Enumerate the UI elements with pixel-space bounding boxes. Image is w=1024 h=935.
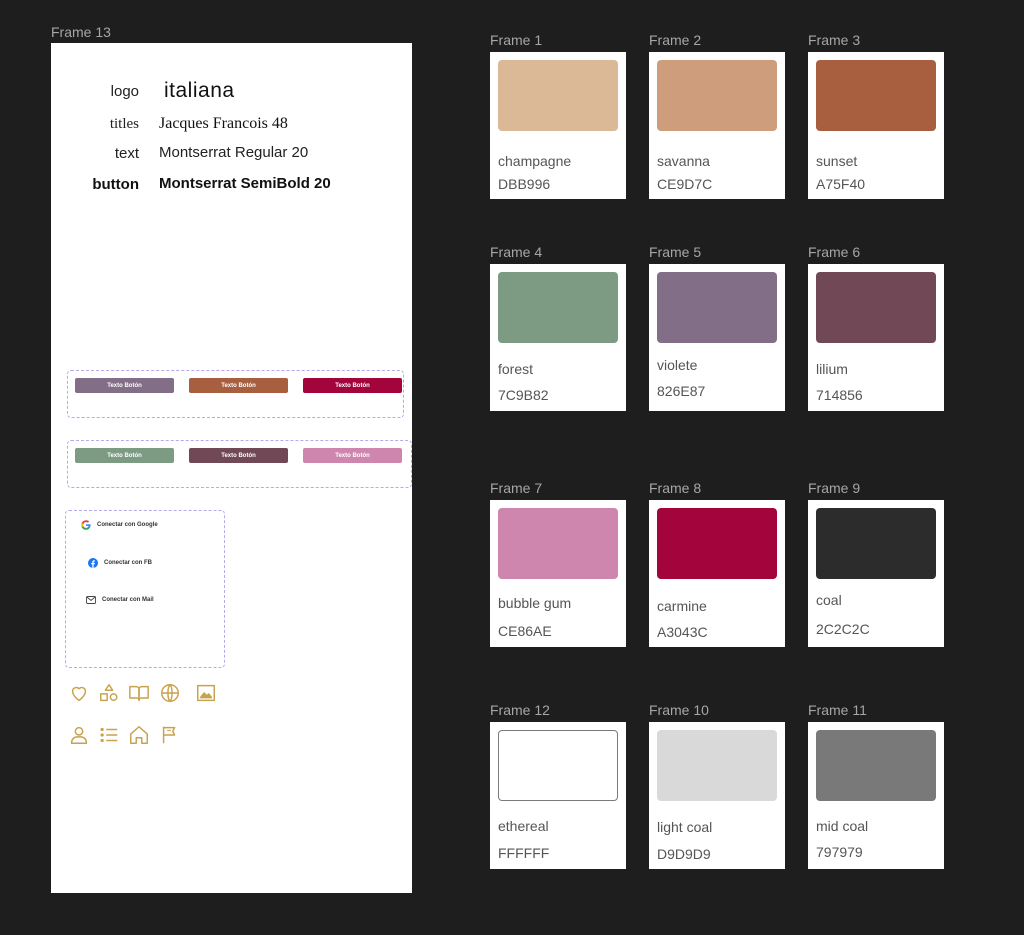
color-hex: CE9D7C [657,176,713,192]
color-card[interactable]: carmine A3043C [649,500,785,647]
facebook-connect-label: Conectar con FB [104,560,153,566]
color-swatch [816,730,936,801]
color-hex: 7C9B82 [498,387,549,403]
book-icon[interactable] [128,682,150,704]
color-name: bubble gum [498,595,572,611]
color-hex: A3043C [657,624,708,640]
type-value: Montserrat Regular 20 [159,144,309,161]
type-value: italiana [164,79,235,102]
text-button-carmine[interactable]: Texto Botón [303,378,402,393]
color-frame-label: Frame 8 [649,480,702,496]
google-connect-label: Conectar con Google [97,522,158,528]
type-value: Montserrat SemiBold 20 [159,175,331,192]
text-button-violete[interactable]: Texto Botón [75,378,174,393]
heart-icon[interactable] [68,682,90,704]
frame-13-label: Frame 13 [51,24,111,40]
type-value: Jacques Francois 48 [159,115,288,132]
color-card[interactable]: savanna CE9D7C [649,52,785,199]
color-name: sunset [816,153,858,169]
color-hex: 2C2C2C [816,621,870,637]
color-frame-label: Frame 4 [490,244,543,260]
color-frame-label: Frame 5 [649,244,702,260]
color-hex: 797979 [816,844,863,860]
type-row-logo: logo italiana [51,79,412,107]
color-swatch [657,60,777,131]
text-button-sunset[interactable]: Texto Botón [189,378,288,393]
color-name: forest [498,361,534,377]
color-card[interactable]: violete 826E87 [649,264,785,411]
color-name: violete [657,357,698,373]
color-swatch [657,272,777,343]
color-swatch [498,272,618,343]
shapes-icon[interactable] [98,682,120,704]
color-card[interactable]: ethereal FFFFFF [490,722,626,869]
color-card[interactable]: champagne DBB996 [490,52,626,199]
color-frame-label: Frame 7 [490,480,543,496]
type-row-titles: titles Jacques Francois 48 [51,115,412,140]
flag-icon[interactable] [159,724,181,746]
google-icon [81,520,91,530]
color-hex: CE86AE [498,623,552,639]
google-connect-button[interactable]: Conectar con Google [81,520,158,530]
color-frame-label: Frame 6 [808,244,861,260]
text-button-lilium[interactable]: Texto Botón [189,448,288,463]
mail-connect-button[interactable]: Conectar con Mail [86,596,154,604]
color-card[interactable]: light coal D9D9D9 [649,722,785,869]
text-button-bubble-gum[interactable]: Texto Botón [303,448,402,463]
facebook-icon [88,558,98,568]
text-button-forest[interactable]: Texto Botón [75,448,174,463]
color-hex: D9D9D9 [657,846,711,862]
type-row-text: text Montserrat Regular 20 [51,144,412,169]
image-icon[interactable] [195,682,217,704]
color-card[interactable]: forest 7C9B82 [490,264,626,411]
color-card[interactable]: mid coal 797979 [808,722,944,869]
color-swatch [816,272,936,343]
color-name: mid coal [816,818,869,834]
color-card[interactable]: bubble gum CE86AE [490,500,626,647]
social-login-group [65,510,225,668]
color-name: ethereal [498,818,549,834]
type-row-button: button Montserrat SemiBold 20 [51,175,412,200]
color-frame-label: Frame 10 [649,702,709,718]
color-swatch [816,508,936,579]
color-hex: 714856 [816,387,863,403]
color-name: lilium [816,361,848,377]
type-key: button [92,176,139,193]
type-key: logo [110,83,139,100]
color-frame-label: Frame 1 [490,32,543,48]
color-name: champagne [498,153,572,169]
color-hex: 826E87 [657,383,706,399]
color-swatch [498,60,618,131]
color-card[interactable]: coal 2C2C2C [808,500,944,647]
mail-connect-label: Conectar con Mail [102,597,154,603]
color-swatch [498,730,618,801]
color-card[interactable]: sunset A75F40 [808,52,944,199]
type-key: text [114,145,139,162]
color-swatch [657,508,777,579]
color-frame-label: Frame 9 [808,480,861,496]
facebook-connect-button[interactable]: Conectar con FB [88,558,152,568]
mail-icon [86,596,96,604]
color-swatch [657,730,777,801]
frame-13: logo italiana titles Jacques Francois 48… [51,43,412,893]
user-icon[interactable] [68,724,90,746]
color-name: light coal [657,819,713,835]
globe-icon[interactable] [159,682,181,704]
color-hex: A75F40 [816,176,866,192]
list-icon[interactable] [98,724,120,746]
color-swatch [816,60,936,131]
color-frame-label: Frame 2 [649,32,702,48]
home-icon[interactable] [128,724,150,746]
color-card[interactable]: lilium 714856 [808,264,944,411]
color-hex: FFFFFF [498,845,550,861]
color-swatch [498,508,618,579]
color-hex: DBB996 [498,176,551,192]
color-name: coal [816,592,842,608]
color-frame-label: Frame 3 [808,32,861,48]
color-name: savanna [657,153,710,169]
type-key: titles [109,116,139,132]
color-frame-label: Frame 11 [808,702,867,718]
color-name: carmine [657,598,707,614]
color-frame-label: Frame 12 [490,702,550,718]
